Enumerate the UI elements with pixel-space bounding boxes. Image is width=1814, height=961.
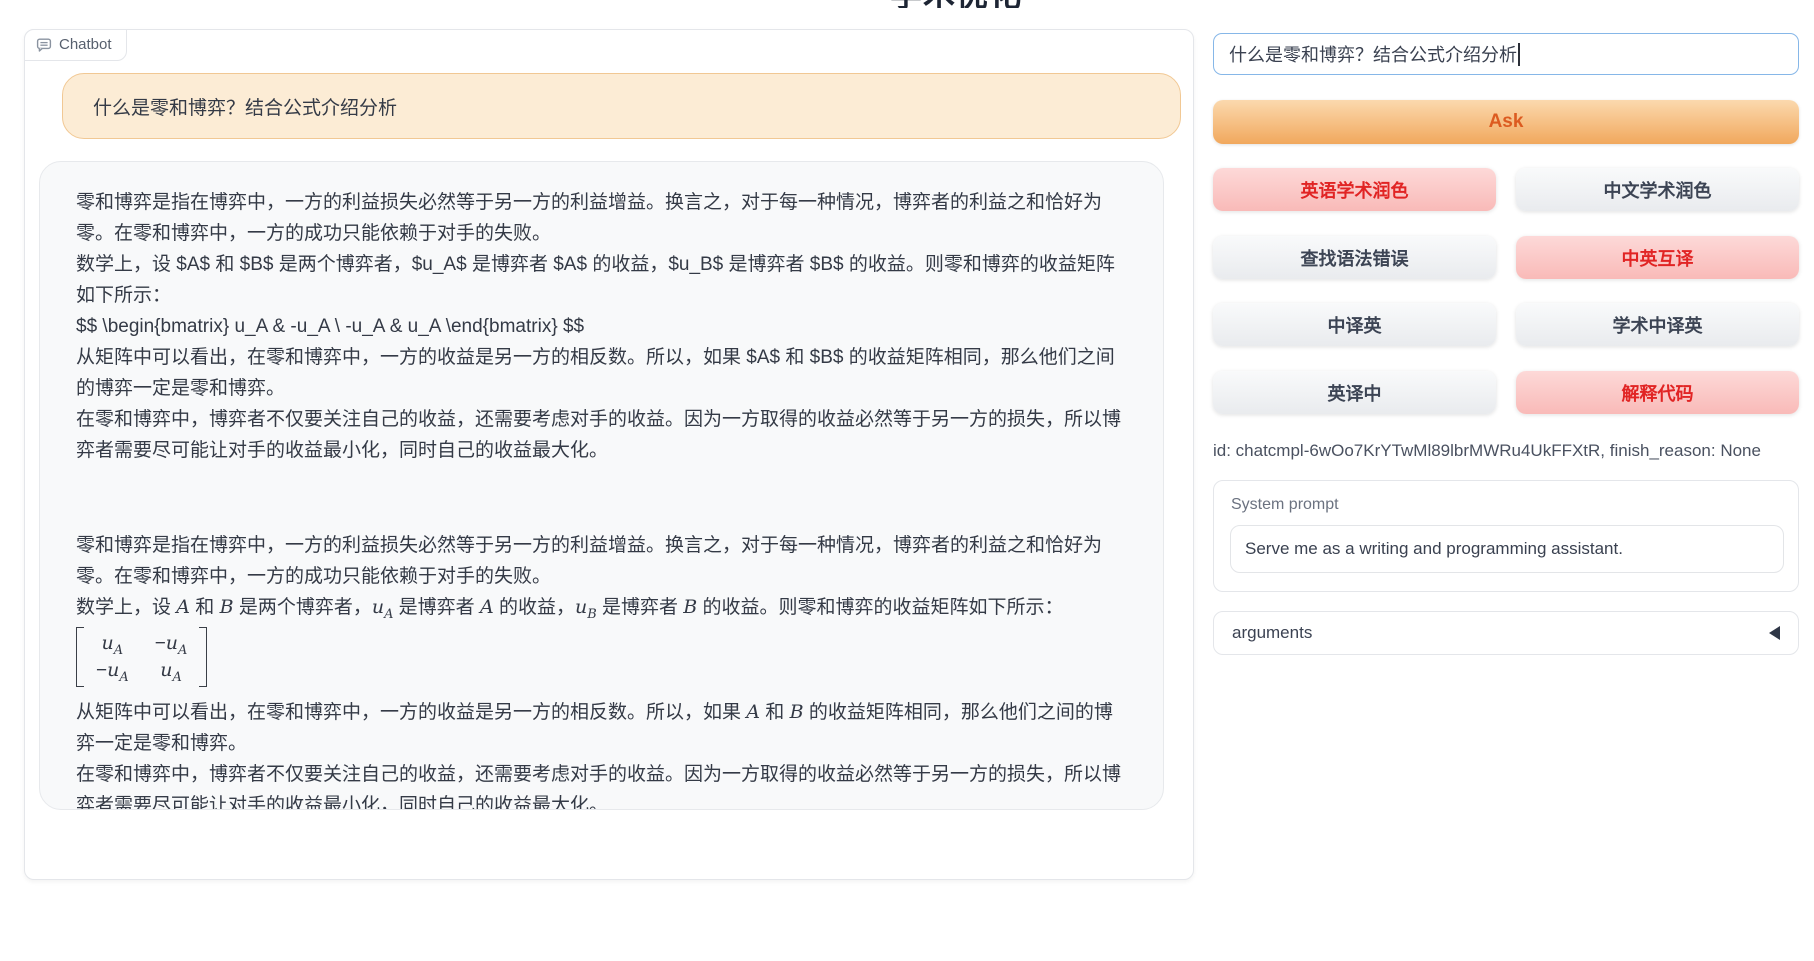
bot-raw-paragraph: 从矩阵中可以看出，在零和博弈中，一方的收益是另一方的相反数。所以，如果 $A$ … [76,342,1127,404]
fn-button-chinese-academic-polish[interactable]: 中文学术润色 [1516,168,1799,211]
payoff-matrix: uA−uA−uAuA [76,623,1127,697]
fn-button-explain-code[interactable]: 解释代码 [1516,371,1799,414]
chat-bubble-icon [36,37,52,53]
fn-button-academic-zh-to-en[interactable]: 学术中译英 [1516,303,1799,346]
system-prompt-card: System prompt Serve me as a writing and … [1213,480,1799,592]
bot-raw-paragraph: 在零和博弈中，博弈者不仅要关注自己的收益，还需要考虑对手的收益。因为一方取得的收… [76,404,1127,466]
bot-raw-paragraph: 数学上，设 $A$ 和 $B$ 是两个博弈者，$u_A$ 是博弈者 $A$ 的收… [76,249,1127,311]
bot-raw-paragraph: 零和博弈是指在博弈中，一方的利益损失必然等于另一方的利益增益。换言之，对于每一种… [76,187,1127,249]
user-message-text: 什么是零和博弈？结合公式介绍分析 [93,93,397,120]
bot-rendered-paragraph: 数学上，设 A 和 B 是两个博弈者，uA 是博弈者 A 的收益，uB 是博弈者… [76,592,1127,623]
bot-rendered-paragraph: 零和博弈是指在博弈中，一方的利益损失必然等于另一方的利益增益。换言之，对于每一种… [76,530,1127,592]
matrix-cell: −uA [96,658,129,683]
system-prompt-label: System prompt [1231,496,1339,514]
user-message-bubble: 什么是零和博弈？结合公式介绍分析 [62,73,1181,139]
clipped-page-title: 学术优化 [856,0,1056,8]
matrix-left-bracket [76,627,84,687]
bot-rendered-paragraph: 从矩阵中可以看出，在零和博弈中，一方的收益是另一方的相反数。所以，如果 A 和 … [76,697,1127,759]
matrix-cell: uA [96,631,129,656]
chatbot-panel: Chatbot 什么是零和博弈？结合公式介绍分析 零和博弈是指在博弈中，一方的利… [24,29,1194,880]
fn-button-en-to-zh[interactable]: 英译中 [1213,371,1496,414]
chatbot-component-label: Chatbot [24,29,127,61]
bot-raw-latex-line: $$ \begin{bmatrix} u_A & -u_A \ -u_A & u… [76,311,1127,342]
fn-button-zh-en-mutual-translate[interactable]: 中英互译 [1516,236,1799,279]
matrix-right-bracket [199,627,207,687]
question-input[interactable]: 什么是零和博弈？结合公式介绍分析 [1213,33,1799,75]
response-status-line: id: chatcmpl-6wOo7KrYTwMl89lbrMWRu4UkFFX… [1213,441,1813,461]
bot-rendered-paragraph: 在零和博弈中，博弈者不仅要关注自己的收益，还需要考虑对手的收益。因为一方取得的收… [76,759,1127,810]
matrix-cell: −uA [155,631,188,656]
text-caret [1518,43,1520,66]
system-prompt-value: Serve me as a writing and programming as… [1245,539,1623,559]
chatbot-label-text: Chatbot [59,36,112,53]
fn-button-zh-to-en[interactable]: 中译英 [1213,303,1496,346]
question-input-value: 什么是零和博弈？结合公式介绍分析 [1229,41,1517,67]
ask-button[interactable]: Ask [1213,100,1799,144]
fn-button-english-academic-polish[interactable]: 英语学术润色 [1213,168,1496,211]
arguments-accordion-label: arguments [1232,623,1312,643]
system-prompt-input[interactable]: Serve me as a writing and programming as… [1230,525,1784,573]
matrix-cell: uA [155,658,188,683]
accordion-collapse-arrow-icon [1769,626,1780,640]
message-gap [76,466,1127,530]
fn-button-find-grammar-errors[interactable]: 查找语法错误 [1213,236,1496,279]
arguments-accordion[interactable]: arguments [1213,611,1799,655]
bot-message-bubble: 零和博弈是指在博弈中，一方的利益损失必然等于另一方的利益增益。换言之，对于每一种… [39,161,1164,810]
